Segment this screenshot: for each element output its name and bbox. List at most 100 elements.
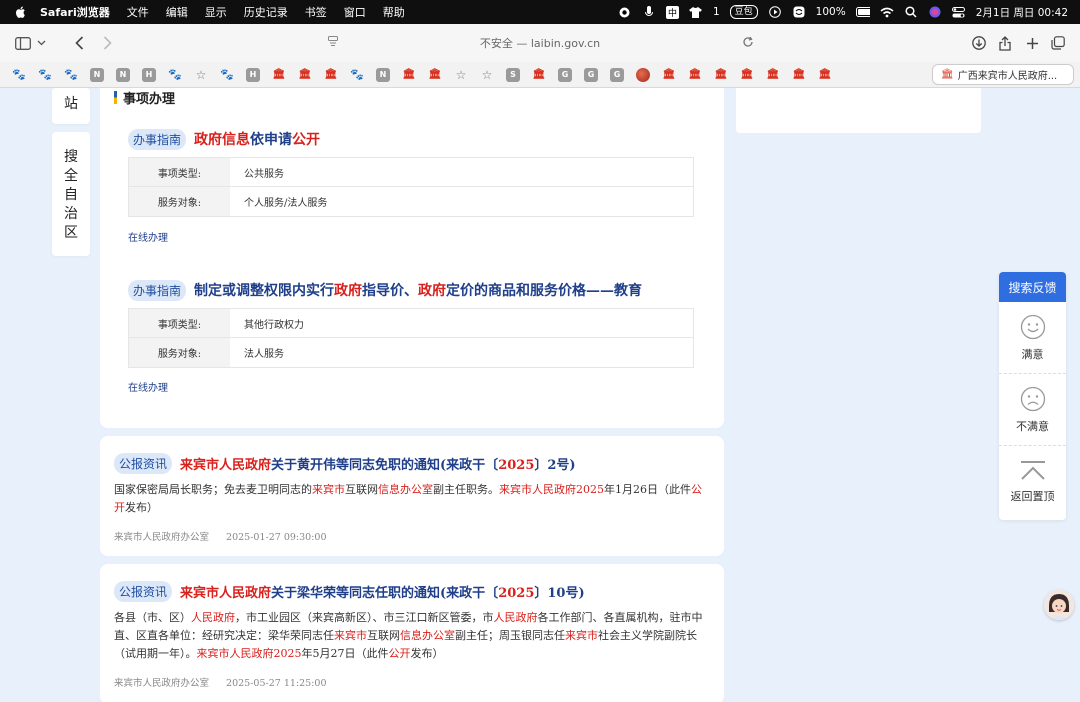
active-favorite-label[interactable]: 广西来宾市人民政府... <box>958 67 1058 82</box>
guide-title-part[interactable]: 依申请 <box>250 132 292 148</box>
sidebar-site-card[interactable]: 站 <box>52 88 90 124</box>
letter-favicon-icon[interactable]: H <box>246 67 260 82</box>
emblem-favicon-icon[interactable]: 🏛 <box>818 68 832 82</box>
download-icon[interactable] <box>968 32 990 54</box>
guide-title-part[interactable]: 定价的商品和服务价格——教育 <box>446 283 642 299</box>
guide-title-link[interactable]: 制定或调整权限内实行政府指导价、政府定价的商品和服务价格——教育 <box>194 280 642 300</box>
share-icon[interactable] <box>994 32 1016 54</box>
sidebar-toggle-icon[interactable] <box>12 32 34 54</box>
guide-title-part[interactable]: 指导价、 <box>362 283 418 299</box>
news-title-part[interactable]: 来宾市人民政府 <box>180 586 271 601</box>
forward-arrow-icon[interactable] <box>96 32 118 54</box>
paw-favicon-icon[interactable]: 🐾 <box>220 68 234 82</box>
paw-favicon-icon[interactable]: 🐾 <box>168 68 182 82</box>
letter-favicon-icon[interactable]: N <box>376 67 390 82</box>
unsatisfied-label[interactable]: 不满意 <box>1016 418 1049 434</box>
emblem-favicon-icon[interactable]: 🏛 <box>428 68 442 82</box>
emblem-favicon-icon[interactable]: 🏛 <box>740 68 754 82</box>
emblem-favicon-icon[interactable]: 🏛 <box>272 68 286 82</box>
play-circle-icon[interactable] <box>768 6 782 18</box>
emblem-favicon-icon[interactable]: 🏛 <box>402 68 416 82</box>
emblem-favicon-icon[interactable]: 🏛 <box>714 68 728 82</box>
wifi-icon[interactable] <box>880 6 894 18</box>
page-menu-icon[interactable] <box>328 36 338 50</box>
star-favicon-icon[interactable]: ☆ <box>454 68 468 82</box>
battery-icon[interactable] <box>855 6 870 18</box>
paw-favicon-icon[interactable]: 🐾 <box>12 68 26 82</box>
address-bar[interactable]: 不安全 — laibin.gov.cn <box>320 24 760 62</box>
satisfied-button[interactable]: 满意 <box>999 302 1066 374</box>
menu-file[interactable]: 文件 <box>127 4 149 20</box>
letter-favicon-icon[interactable]: S <box>506 67 520 82</box>
emblem-favicon-icon[interactable]: 🏛 <box>688 68 702 82</box>
siri-icon[interactable] <box>928 6 942 18</box>
news-title-part[interactable]: 关于梁华荣等同志任职的通知(来政干〔 <box>271 586 498 601</box>
guide-title-part[interactable]: 政府 <box>334 283 362 299</box>
letter-favicon-icon[interactable]: H <box>142 67 156 82</box>
paw-favicon-icon[interactable]: 🐾 <box>38 68 52 82</box>
emblem-favicon-icon[interactable]: 🏛 <box>298 68 312 82</box>
sidebar-site-char[interactable]: 站 <box>64 93 78 113</box>
letter-favicon-icon[interactable]: G <box>584 67 598 82</box>
menu-edit[interactable]: 编辑 <box>166 4 188 20</box>
menu-bookmarks[interactable]: 书签 <box>305 4 327 20</box>
paw-favicon-icon[interactable]: 🐾 <box>350 68 364 82</box>
doubao-pill[interactable]: 豆包 <box>729 5 758 19</box>
menu-view[interactable]: 显示 <box>205 4 227 20</box>
news-title-part[interactable]: 〕2号) <box>534 458 575 473</box>
star-favicon-icon[interactable]: ☆ <box>480 68 494 82</box>
guide-title-link[interactable]: 政府信息依申请公开 <box>194 129 320 149</box>
emblem-favicon-icon[interactable]: 🏛 <box>532 68 546 82</box>
guide-title-part[interactable]: 公开 <box>292 132 320 148</box>
emblem-favicon-icon[interactable]: 🏛 <box>766 68 780 82</box>
guide-title-part[interactable]: 制定或调整权限内实行 <box>194 283 334 299</box>
apple-logo-icon[interactable] <box>14 5 28 19</box>
emblem-favicon-icon[interactable]: 🏛 <box>792 68 806 82</box>
unsatisfied-button[interactable]: 不满意 <box>999 374 1066 446</box>
back-to-top-button[interactable]: 返回置顶 <box>999 446 1066 518</box>
letter-favicon-icon[interactable]: G <box>558 67 572 82</box>
guide-title-part[interactable]: 政府信息 <box>194 132 250 148</box>
letter-favicon-icon[interactable]: G <box>610 67 624 82</box>
news-title-part[interactable]: 〕10号) <box>534 586 584 601</box>
control-center-icon[interactable] <box>952 6 966 18</box>
news-title-part[interactable]: 2025 <box>498 458 534 473</box>
menu-app-name[interactable]: Safari浏览器 <box>40 4 110 20</box>
guide-title-part[interactable]: 政府 <box>418 283 446 299</box>
menu-window[interactable]: 窗口 <box>344 4 366 20</box>
new-tab-plus-icon[interactable] <box>1021 32 1043 54</box>
emblem-favicon-icon[interactable]: 🏛 <box>324 68 338 82</box>
online-service-link[interactable]: 在线办理 <box>128 229 168 244</box>
active-favorite-tab[interactable]: 🏛 广西来宾市人民政府... <box>932 64 1074 85</box>
reload-icon[interactable] <box>742 36 754 51</box>
microphone-icon[interactable] <box>642 6 656 18</box>
url-text[interactable]: 不安全 — laibin.gov.cn <box>480 35 600 51</box>
spotlight-search-icon[interactable] <box>904 6 918 18</box>
assistant-avatar[interactable] <box>1044 590 1074 620</box>
tab-overview-icon[interactable] <box>1047 32 1069 54</box>
satisfied-label[interactable]: 满意 <box>1022 346 1044 362</box>
back-to-top-label[interactable]: 返回置顶 <box>1011 488 1055 504</box>
chevron-down-icon[interactable] <box>34 32 48 54</box>
record-icon[interactable] <box>618 6 632 18</box>
news-title-part[interactable]: 2025 <box>498 586 534 601</box>
paw-favicon-icon[interactable]: 🐾 <box>64 68 78 82</box>
news-title-link[interactable]: 来宾市人民政府关于黄开伟等同志免职的通知(来政干〔2025〕2号) <box>180 454 576 473</box>
menubar-clock[interactable]: 2月1日 周日 00:42 <box>976 5 1068 20</box>
news-title-part[interactable]: 来宾市人民政府 <box>180 458 271 473</box>
news-title-link[interactable]: 来宾市人民政府关于梁华荣等同志任职的通知(来政干〔2025〕10号) <box>180 582 585 601</box>
input-method-indicator[interactable]: 中 <box>665 5 679 19</box>
sidebar-search-region-card[interactable]: 搜 全 自 治 区 <box>52 132 90 256</box>
menu-help[interactable]: 帮助 <box>383 4 405 20</box>
letter-favicon-icon[interactable]: N <box>116 67 130 82</box>
ball-favicon-icon[interactable] <box>636 67 650 82</box>
news-title-part[interactable]: 关于黄开伟等同志免职的通知(来政干〔 <box>271 458 498 473</box>
shirt-icon[interactable] <box>689 6 703 18</box>
app-square-icon[interactable] <box>792 6 806 18</box>
letter-favicon-icon[interactable]: N <box>90 67 104 82</box>
back-arrow-icon[interactable] <box>68 32 90 54</box>
menu-history[interactable]: 历史记录 <box>244 4 288 20</box>
star-favicon-icon[interactable]: ☆ <box>194 68 208 82</box>
emblem-favicon-icon[interactable]: 🏛 <box>662 68 676 82</box>
online-service-link[interactable]: 在线办理 <box>128 379 168 394</box>
